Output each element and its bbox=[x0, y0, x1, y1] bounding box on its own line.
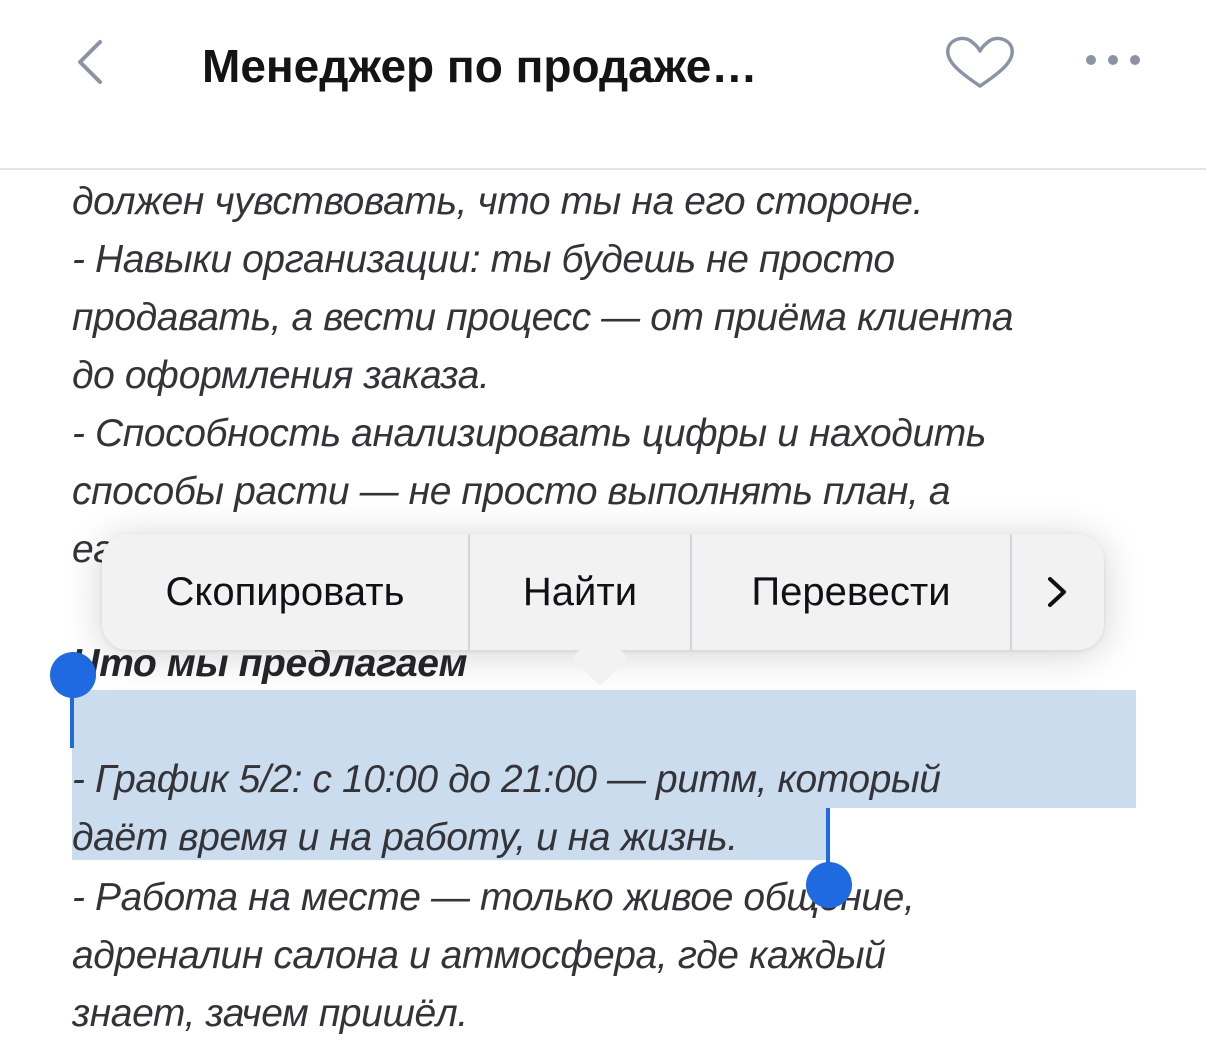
text-line: продавать, а вести процесс — от приёма к… bbox=[72, 296, 1014, 339]
edit-menu: Скопировать Найти Перевести bbox=[102, 534, 1104, 687]
text-line: способы расти — не просто выполнять план… bbox=[72, 470, 951, 513]
chevron-right-icon bbox=[1048, 577, 1066, 607]
text-line: должен чувствовать, что ты на его сторон… bbox=[72, 180, 924, 223]
text-line: - Навыки организации: ты будешь не прост… bbox=[72, 238, 895, 281]
selection-start-handle[interactable] bbox=[50, 652, 96, 748]
selection-end-handle[interactable] bbox=[806, 808, 852, 908]
text-line: до оформления заказа. bbox=[72, 354, 490, 397]
find-button[interactable]: Найти bbox=[470, 534, 690, 650]
favorite-button[interactable] bbox=[940, 32, 1020, 92]
more-options-button[interactable] bbox=[1012, 534, 1104, 650]
copy-button[interactable]: Скопировать bbox=[102, 534, 468, 650]
navigation-bar: Менеджер по продаже… bbox=[0, 0, 1206, 170]
back-button[interactable] bbox=[60, 30, 124, 94]
translate-button[interactable]: Перевести bbox=[692, 534, 1010, 650]
text-line: - График 5/2: с 10:00 до 21:00 — ритм, к… bbox=[72, 758, 941, 801]
text-line: адреналин салона и атмосфера, где каждый bbox=[72, 934, 886, 977]
text-line: даёт время и на работу, и на жизнь. bbox=[72, 816, 738, 859]
page-title: Менеджер по продаже… bbox=[202, 40, 758, 92]
text-line: - Работа на месте — только живое общение… bbox=[72, 876, 915, 919]
chevron-left-icon bbox=[78, 40, 102, 84]
text-line: - Способность анализировать цифры и нахо… bbox=[72, 412, 986, 455]
text-line: знает, зачем пришёл. bbox=[72, 992, 468, 1035]
more-button[interactable] bbox=[1080, 40, 1146, 80]
heart-outline-icon bbox=[946, 36, 1014, 88]
